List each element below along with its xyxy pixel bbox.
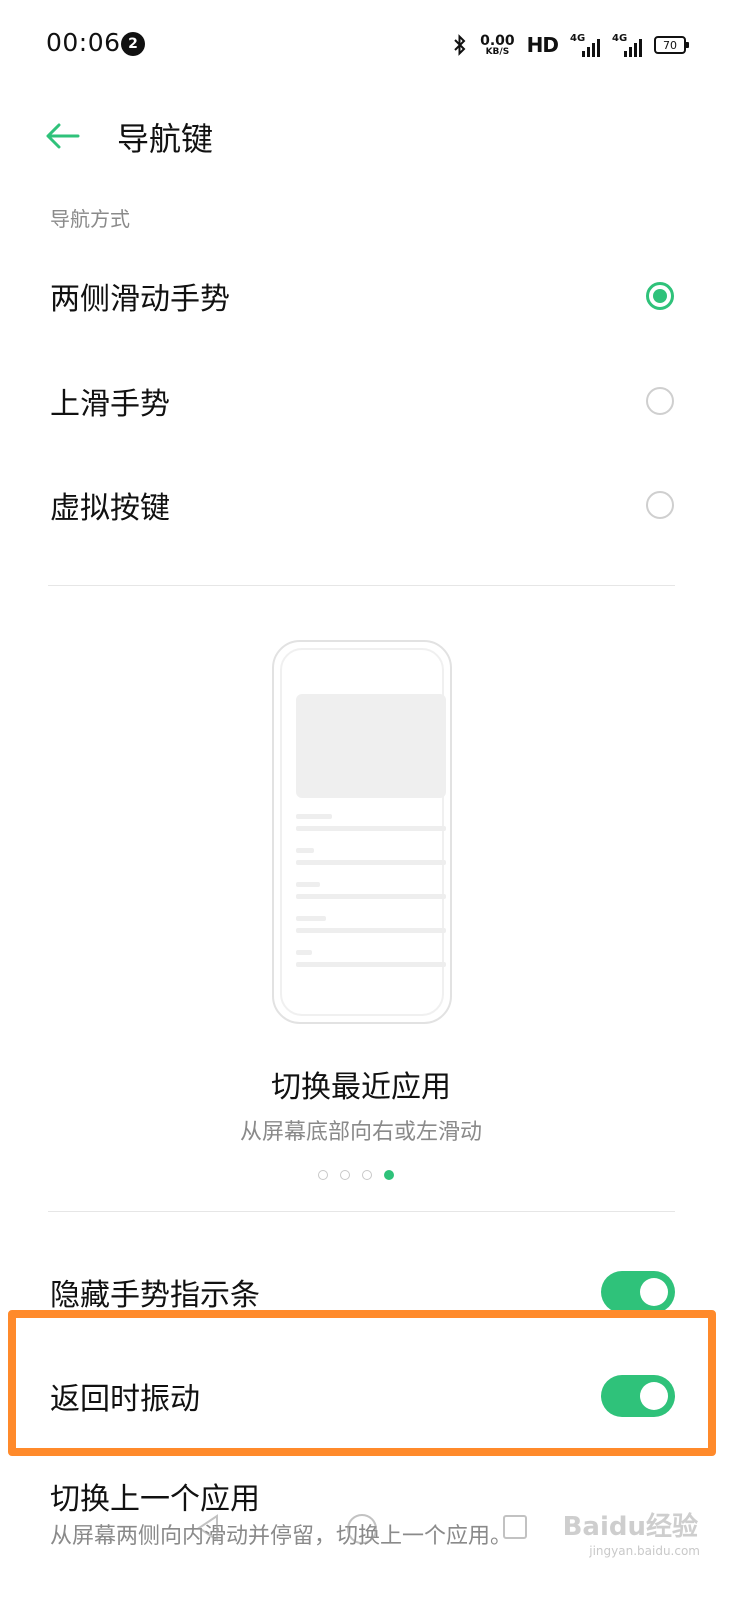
- setting-label: 隐藏手势指示条: [50, 1278, 260, 1313]
- option-label: 虚拟按键: [50, 491, 170, 526]
- placeholder-line: [296, 814, 332, 819]
- setting-label: 返回时振动: [50, 1382, 200, 1417]
- placeholder-line: [296, 882, 320, 887]
- baidu-watermark-url: jingyan.baidu.com: [589, 1544, 700, 1558]
- option-label: 上滑手势: [50, 387, 170, 422]
- placeholder-line: [296, 848, 314, 853]
- placeholder-card: [296, 694, 446, 798]
- network-speed-unit: KB/S: [485, 46, 510, 57]
- radio-selected[interactable]: [646, 282, 674, 310]
- bluetooth-icon: [454, 34, 466, 56]
- status-icons: 0.00 KB/S HD 4G 4G 70: [452, 30, 689, 60]
- page-title: 导航键: [117, 120, 214, 158]
- radio-unselected[interactable]: [646, 387, 674, 415]
- toggle-knob: [640, 1278, 668, 1306]
- option-row-swipe-up[interactable]: 上滑手势: [0, 351, 738, 451]
- page-indicator: [318, 1170, 394, 1180]
- setting-row-vibrate-on-back[interactable]: 返回时振动: [0, 1346, 738, 1446]
- page-dot-active[interactable]: [384, 1170, 394, 1180]
- illustration-subtitle: 从屏幕底部向右或左滑动: [239, 1120, 482, 1145]
- placeholder-line: [296, 860, 446, 865]
- battery-icon: 70: [654, 36, 689, 54]
- phone-illustration: [272, 640, 452, 1024]
- placeholder-line: [296, 826, 446, 831]
- radio-unselected[interactable]: [646, 491, 674, 519]
- signal-4g-icon-2: 4G: [612, 33, 642, 57]
- baidu-watermark: Baidu经验: [562, 1512, 698, 1542]
- battery-level: 70: [663, 38, 677, 52]
- page-dot[interactable]: [340, 1170, 350, 1180]
- toggle-knob: [640, 1382, 668, 1410]
- network-speed: 0.00 KB/S: [480, 34, 515, 57]
- illustration-title: 切换最近应用: [271, 1070, 451, 1105]
- placeholder-line: [296, 894, 446, 899]
- option-row-side-swipe[interactable]: 两侧滑动手势: [0, 246, 738, 346]
- nav-home-icon[interactable]: [345, 1512, 379, 1546]
- setting-subtitle-switch-prev-app: 从屏幕两侧向内滑动并停留，切换上一个应用。: [50, 1524, 513, 1549]
- phone-screen: [280, 648, 446, 1016]
- vibrate-on-back-toggle[interactable]: [601, 1375, 675, 1417]
- nav-recents-icon[interactable]: [500, 1512, 530, 1542]
- page-dot[interactable]: [318, 1170, 328, 1180]
- hd-voice-icon: HD: [526, 33, 559, 57]
- back-arrow-icon[interactable]: [42, 116, 82, 156]
- hide-gesture-bar-toggle[interactable]: [601, 1271, 675, 1313]
- divider: [48, 585, 675, 586]
- status-time: 00:06: [46, 28, 121, 57]
- setting-row-hide-gesture-bar[interactable]: 隐藏手势指示条: [0, 1242, 738, 1342]
- signal-4g-icon-1: 4G: [570, 33, 600, 57]
- nav-back-icon[interactable]: [193, 1512, 225, 1544]
- divider: [48, 1211, 675, 1212]
- setting-title-switch-prev-app[interactable]: 切换上一个应用: [50, 1474, 260, 1518]
- network-speed-value: 0.00: [480, 32, 515, 49]
- option-label: 两侧滑动手势: [50, 282, 230, 317]
- section-label-navigation-mode: 导航方式: [50, 207, 130, 231]
- placeholder-line: [296, 916, 326, 921]
- option-row-virtual-keys[interactable]: 虚拟按键: [0, 455, 738, 555]
- page-dot[interactable]: [362, 1170, 372, 1180]
- notification-badge: 2: [121, 32, 145, 56]
- placeholder-line: [296, 928, 446, 933]
- placeholder-line: [296, 962, 446, 967]
- placeholder-line: [296, 950, 312, 955]
